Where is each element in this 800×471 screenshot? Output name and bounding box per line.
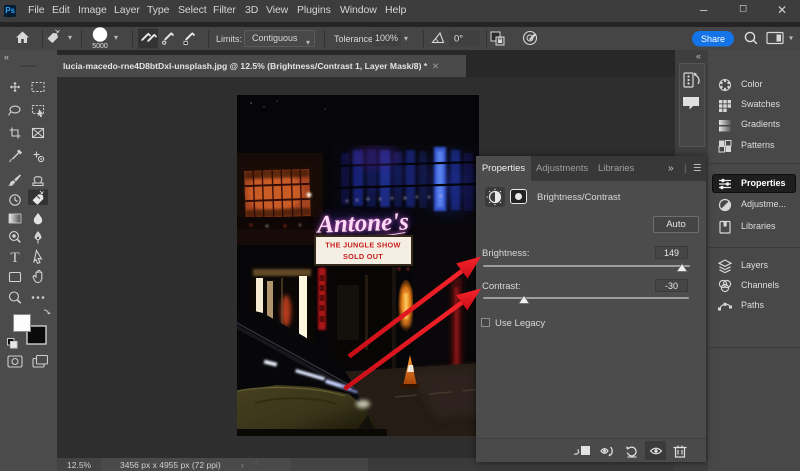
svg-text:SOLD OUT: SOLD OUT: [343, 252, 383, 261]
svg-text:T: T: [10, 250, 19, 266]
svg-text:«: «: [4, 52, 9, 62]
svg-text:▾: ▾: [789, 34, 793, 43]
svg-text:THE JUNGLE SHOW: THE JUNGLE SHOW: [325, 241, 400, 250]
svg-text:▾: ▾: [114, 33, 118, 42]
svg-text:Share: Share: [701, 34, 725, 44]
svg-text:▾: ▾: [68, 33, 72, 42]
svg-text:0°: 0°: [454, 34, 463, 45]
